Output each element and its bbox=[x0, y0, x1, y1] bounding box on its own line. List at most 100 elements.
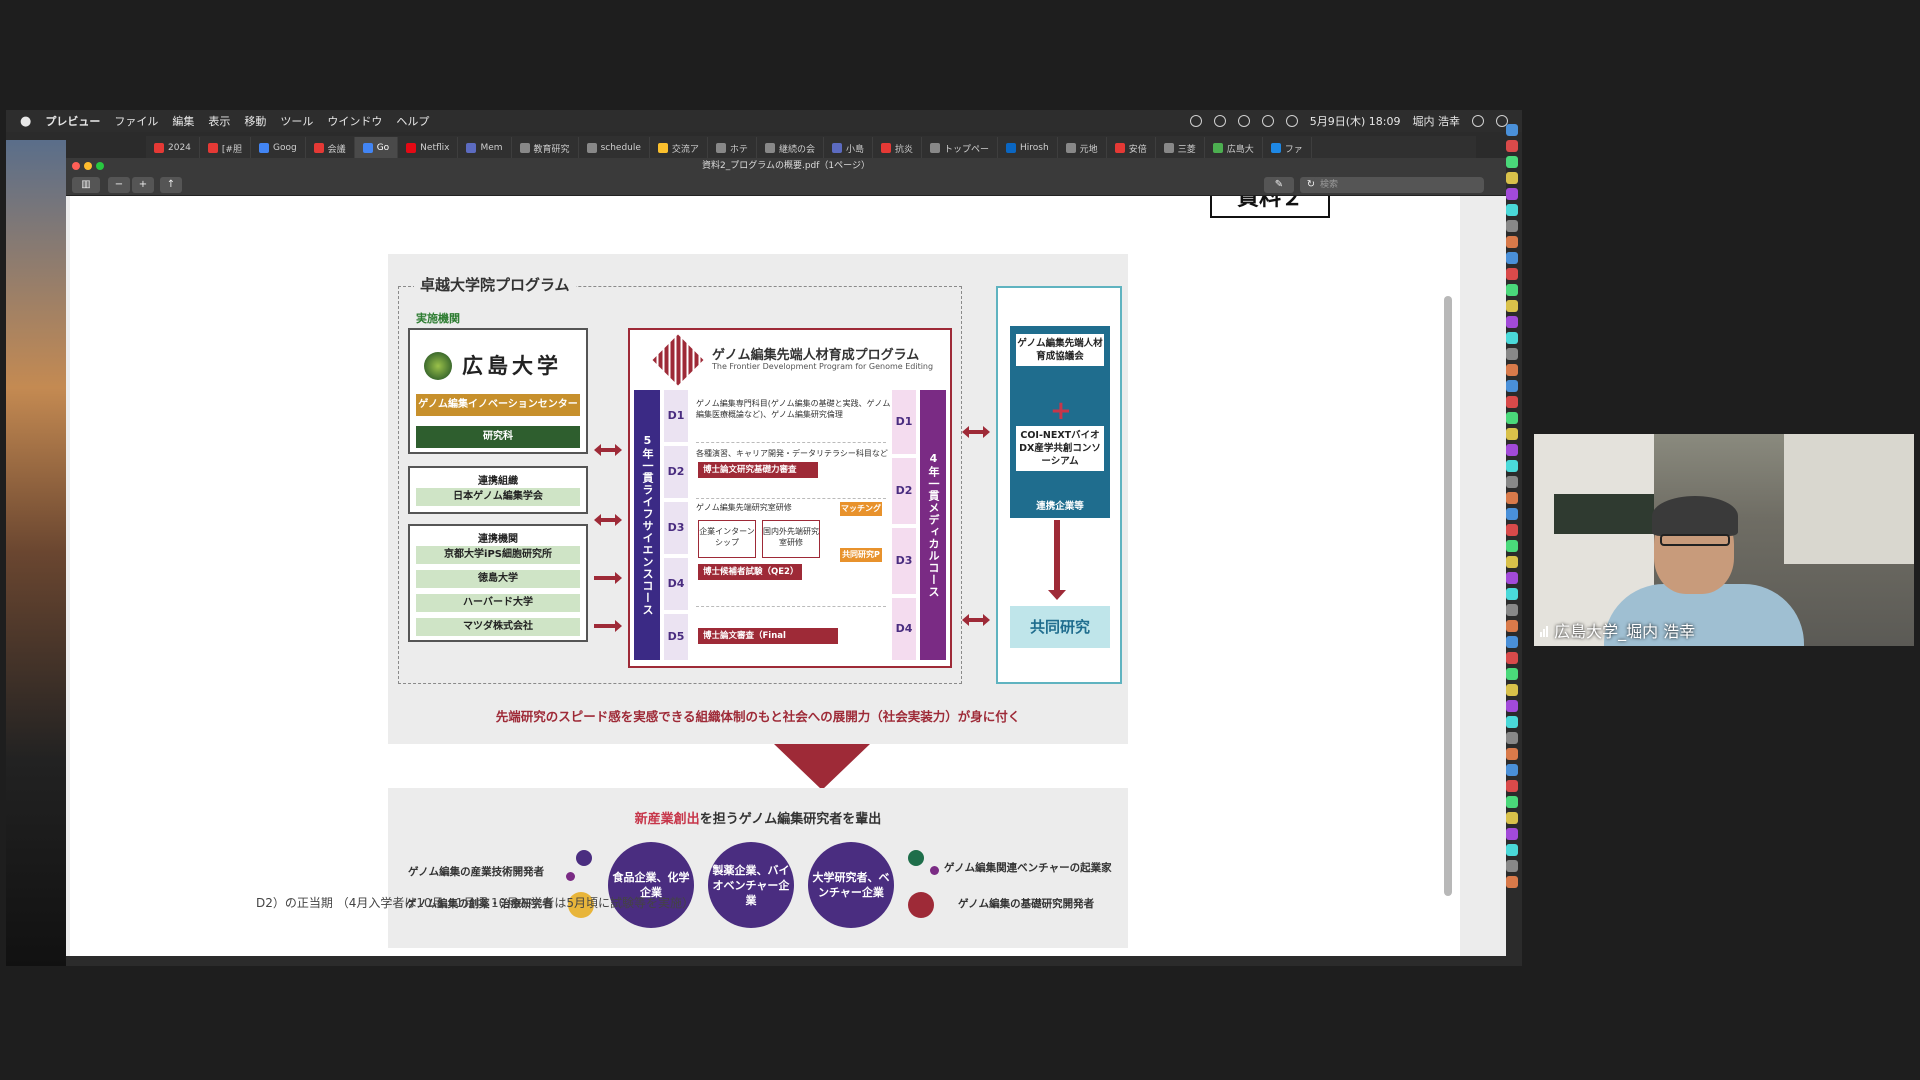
zoom-window-button[interactable] bbox=[96, 162, 104, 170]
menu-go[interactable]: 移動 bbox=[244, 113, 266, 129]
dock-app-icon[interactable] bbox=[1506, 508, 1518, 520]
dock-app-icon[interactable] bbox=[1506, 668, 1518, 680]
dock-app-icon[interactable] bbox=[1506, 188, 1518, 200]
dock-app-icon[interactable] bbox=[1506, 236, 1518, 248]
browser-tab[interactable]: [#胆 bbox=[200, 137, 251, 159]
dock-app-icon[interactable] bbox=[1506, 492, 1518, 504]
menu-app-name[interactable]: プレビュー bbox=[45, 113, 100, 129]
markup-pen-icon[interactable]: ✎ bbox=[1264, 177, 1294, 193]
browser-tab[interactable]: 教育研究 bbox=[512, 137, 579, 159]
dock-app-icon[interactable] bbox=[1506, 252, 1518, 264]
menu-file[interactable]: ファイル bbox=[114, 113, 158, 129]
dock-app-icon[interactable] bbox=[1506, 748, 1518, 760]
dock-app-icon[interactable] bbox=[1506, 300, 1518, 312]
participant-name-label: 広島大学_堀内 浩幸 bbox=[1540, 618, 1695, 642]
dock-app-icon[interactable] bbox=[1506, 620, 1518, 632]
status-icon[interactable] bbox=[1213, 115, 1226, 127]
dock-app-icon[interactable] bbox=[1506, 540, 1518, 552]
dock-app-icon[interactable] bbox=[1506, 444, 1518, 456]
browser-tab[interactable]: 会議 bbox=[306, 137, 355, 159]
dock-app-icon[interactable] bbox=[1506, 876, 1518, 888]
dock-app-icon[interactable] bbox=[1506, 476, 1518, 488]
dock-app-icon[interactable] bbox=[1506, 204, 1518, 216]
menu-window[interactable]: ウインドウ bbox=[327, 113, 382, 129]
dock-app-icon[interactable] bbox=[1506, 700, 1518, 712]
browser-tab[interactable]: 抗炎 bbox=[873, 137, 922, 159]
browser-tab[interactable]: 安倍 bbox=[1107, 137, 1156, 159]
browser-tab[interactable]: Goog bbox=[251, 137, 306, 159]
browser-tab[interactable]: Hirosh bbox=[998, 137, 1058, 159]
dock-app-icon[interactable] bbox=[1506, 588, 1518, 600]
dock-app-icon[interactable] bbox=[1506, 332, 1518, 344]
dock-app-icon[interactable] bbox=[1506, 364, 1518, 376]
dock-app-icon[interactable] bbox=[1506, 796, 1518, 808]
browser-tab[interactable]: 三菱 bbox=[1156, 137, 1205, 159]
dock-app-icon[interactable] bbox=[1506, 124, 1518, 136]
browser-tab[interactable]: 交流ア bbox=[650, 137, 708, 159]
dock-app-icon[interactable] bbox=[1506, 732, 1518, 744]
wifi-icon[interactable] bbox=[1261, 115, 1274, 127]
dock-app-icon[interactable] bbox=[1506, 780, 1518, 792]
status-icon[interactable] bbox=[1189, 115, 1202, 127]
participant-video[interactable]: 広島大学_堀内 浩幸 bbox=[1534, 434, 1914, 646]
dock-app-icon[interactable] bbox=[1506, 172, 1518, 184]
menu-edit[interactable]: 編集 bbox=[172, 113, 194, 129]
dock-app-icon[interactable] bbox=[1506, 220, 1518, 232]
dock-app-icon[interactable] bbox=[1506, 572, 1518, 584]
dock-app-icon[interactable] bbox=[1506, 812, 1518, 824]
menubar-datetime[interactable]: 5月9日(木) 18:09 bbox=[1310, 113, 1401, 129]
menu-tools[interactable]: ツール bbox=[280, 113, 313, 129]
shared-screen: ● プレビュー ファイル 編集 表示 移動 ツール ウインドウ ヘルプ 5月9日… bbox=[6, 110, 1522, 966]
dock-app-icon[interactable] bbox=[1506, 684, 1518, 696]
dock-app-icon[interactable] bbox=[1506, 828, 1518, 840]
share-icon[interactable]: ↑ bbox=[160, 177, 182, 193]
menu-help[interactable]: ヘルプ bbox=[396, 113, 429, 129]
menubar-user[interactable]: 堀内 浩幸 bbox=[1413, 113, 1461, 129]
dock-app-icon[interactable] bbox=[1506, 412, 1518, 424]
dock-app-icon[interactable] bbox=[1506, 156, 1518, 168]
browser-tab[interactable]: Netflix bbox=[398, 137, 459, 159]
minimize-window-button[interactable] bbox=[84, 162, 92, 170]
dock-app-icon[interactable] bbox=[1506, 348, 1518, 360]
dock-app-icon[interactable] bbox=[1506, 764, 1518, 776]
vertical-scrollbar[interactable] bbox=[1444, 296, 1452, 896]
browser-tab[interactable]: ホテ bbox=[708, 137, 757, 159]
dock-app-icon[interactable] bbox=[1506, 316, 1518, 328]
menu-view[interactable]: 表示 bbox=[208, 113, 230, 129]
zoom-in-icon[interactable]: + bbox=[132, 177, 154, 193]
browser-tab[interactable]: ファ bbox=[1263, 137, 1312, 159]
dock-app-icon[interactable] bbox=[1506, 652, 1518, 664]
dock-app-icon[interactable] bbox=[1506, 636, 1518, 648]
partner-inst-item: 徳島大学 bbox=[416, 570, 580, 588]
time-machine-icon[interactable] bbox=[1237, 115, 1250, 127]
dock-app-icon[interactable] bbox=[1506, 716, 1518, 728]
dock-app-icon[interactable] bbox=[1506, 380, 1518, 392]
dock-app-icon[interactable] bbox=[1506, 604, 1518, 616]
dock-app-icon[interactable] bbox=[1506, 140, 1518, 152]
dock-app-icon[interactable] bbox=[1506, 284, 1518, 296]
search-icon[interactable] bbox=[1472, 115, 1484, 127]
dock-app-icon[interactable] bbox=[1506, 268, 1518, 280]
dock-app-icon[interactable] bbox=[1506, 460, 1518, 472]
zoom-out-icon[interactable]: − bbox=[108, 177, 130, 193]
dock-app-icon[interactable] bbox=[1506, 396, 1518, 408]
browser-tab[interactable]: 継続の会 bbox=[757, 137, 824, 159]
sidebar-toggle-icon[interactable]: ▥ bbox=[72, 177, 100, 193]
apple-icon[interactable]: ● bbox=[20, 114, 31, 129]
browser-tab[interactable]: 小島 bbox=[824, 137, 873, 159]
browser-tab[interactable]: 広島大 bbox=[1205, 137, 1263, 159]
dock-app-icon[interactable] bbox=[1506, 524, 1518, 536]
browser-tab[interactable]: schedule bbox=[579, 137, 650, 159]
dock-app-icon[interactable] bbox=[1506, 556, 1518, 568]
close-window-button[interactable] bbox=[72, 162, 80, 170]
browser-tab[interactable]: 元地 bbox=[1058, 137, 1107, 159]
search-input[interactable]: 検索 bbox=[1314, 177, 1484, 193]
volume-icon[interactable] bbox=[1285, 115, 1298, 127]
dock-app-icon[interactable] bbox=[1506, 428, 1518, 440]
dock-app-icon[interactable] bbox=[1506, 844, 1518, 856]
browser-tab[interactable]: Go bbox=[354, 137, 399, 159]
browser-tab[interactable]: Mem bbox=[458, 137, 512, 159]
dock-app-icon[interactable] bbox=[1506, 860, 1518, 872]
browser-tab[interactable]: トップペー bbox=[922, 137, 998, 159]
browser-tab[interactable]: 2024 bbox=[146, 137, 200, 159]
